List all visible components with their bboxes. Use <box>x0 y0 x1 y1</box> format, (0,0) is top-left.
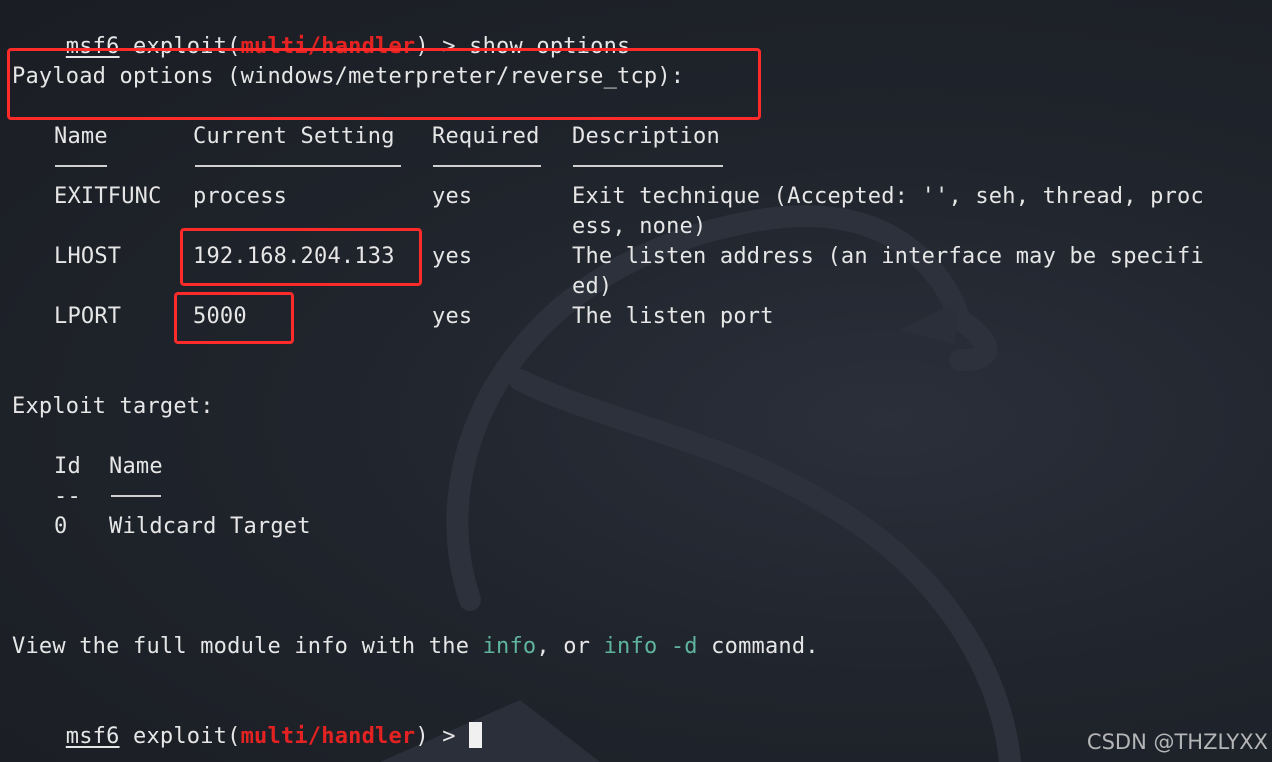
msf-prompt-prefix: msf6 <box>65 724 120 749</box>
col-underline-required <box>433 165 541 167</box>
col-underline-current-setting <box>195 165 401 167</box>
target-col-underline-name <box>111 495 161 497</box>
option-description: The listen address (an interface may be … <box>572 244 1204 269</box>
col-header-required: Required <box>432 124 540 149</box>
option-required: yes <box>432 184 473 209</box>
highlight-lhost-value <box>180 228 422 286</box>
active-prompt-line[interactable]: msf6 exploit(multi/handler) > <box>12 692 483 749</box>
info-text-a: View the full module info with the <box>12 634 483 659</box>
col-header-name: Name <box>54 124 108 149</box>
option-name: EXITFUNC <box>54 184 162 209</box>
info-text-b: , or <box>536 634 604 659</box>
module-info-hint: View the full module info with the info,… <box>12 632 819 662</box>
target-id: 0 <box>54 514 68 539</box>
col-header-description: Description <box>572 124 720 149</box>
option-description-wrap: ess, none) <box>572 214 707 239</box>
target-col-underline-id: -- <box>54 484 81 509</box>
option-setting: process <box>193 184 288 209</box>
target-name: Wildcard Target <box>109 514 311 539</box>
csdn-watermark: CSDN @THZLYXX <box>1086 730 1268 754</box>
exploit-target-header: Exploit target: <box>12 394 214 419</box>
option-description-wrap: ed) <box>572 274 613 299</box>
target-col-header-name: Name <box>109 454 163 479</box>
info-command: info <box>482 634 537 659</box>
option-name: LHOST <box>54 244 122 269</box>
prompt-close: ) > <box>415 724 470 749</box>
option-description: The listen port <box>572 304 774 329</box>
col-underline-name <box>55 165 107 167</box>
prompt-word: exploit( <box>119 724 241 749</box>
highlight-payload-header <box>7 48 761 120</box>
option-name: LPORT <box>54 304 122 329</box>
target-col-header-id: Id <box>54 454 81 479</box>
option-description: Exit technique (Accepted: '', seh, threa… <box>572 184 1204 209</box>
info-text-c: command. <box>697 634 819 659</box>
prompt-line: msf6 exploit(multi/handler) > show optio… <box>12 2 631 59</box>
col-underline-description <box>573 165 723 167</box>
option-required: yes <box>432 304 473 329</box>
info-d-command: info -d <box>603 634 698 659</box>
text-cursor[interactable] <box>469 722 483 748</box>
option-required: yes <box>432 244 473 269</box>
module-name: multi/handler <box>240 724 416 749</box>
col-header-current-setting: Current Setting <box>193 124 395 149</box>
highlight-lport-value <box>174 292 294 344</box>
